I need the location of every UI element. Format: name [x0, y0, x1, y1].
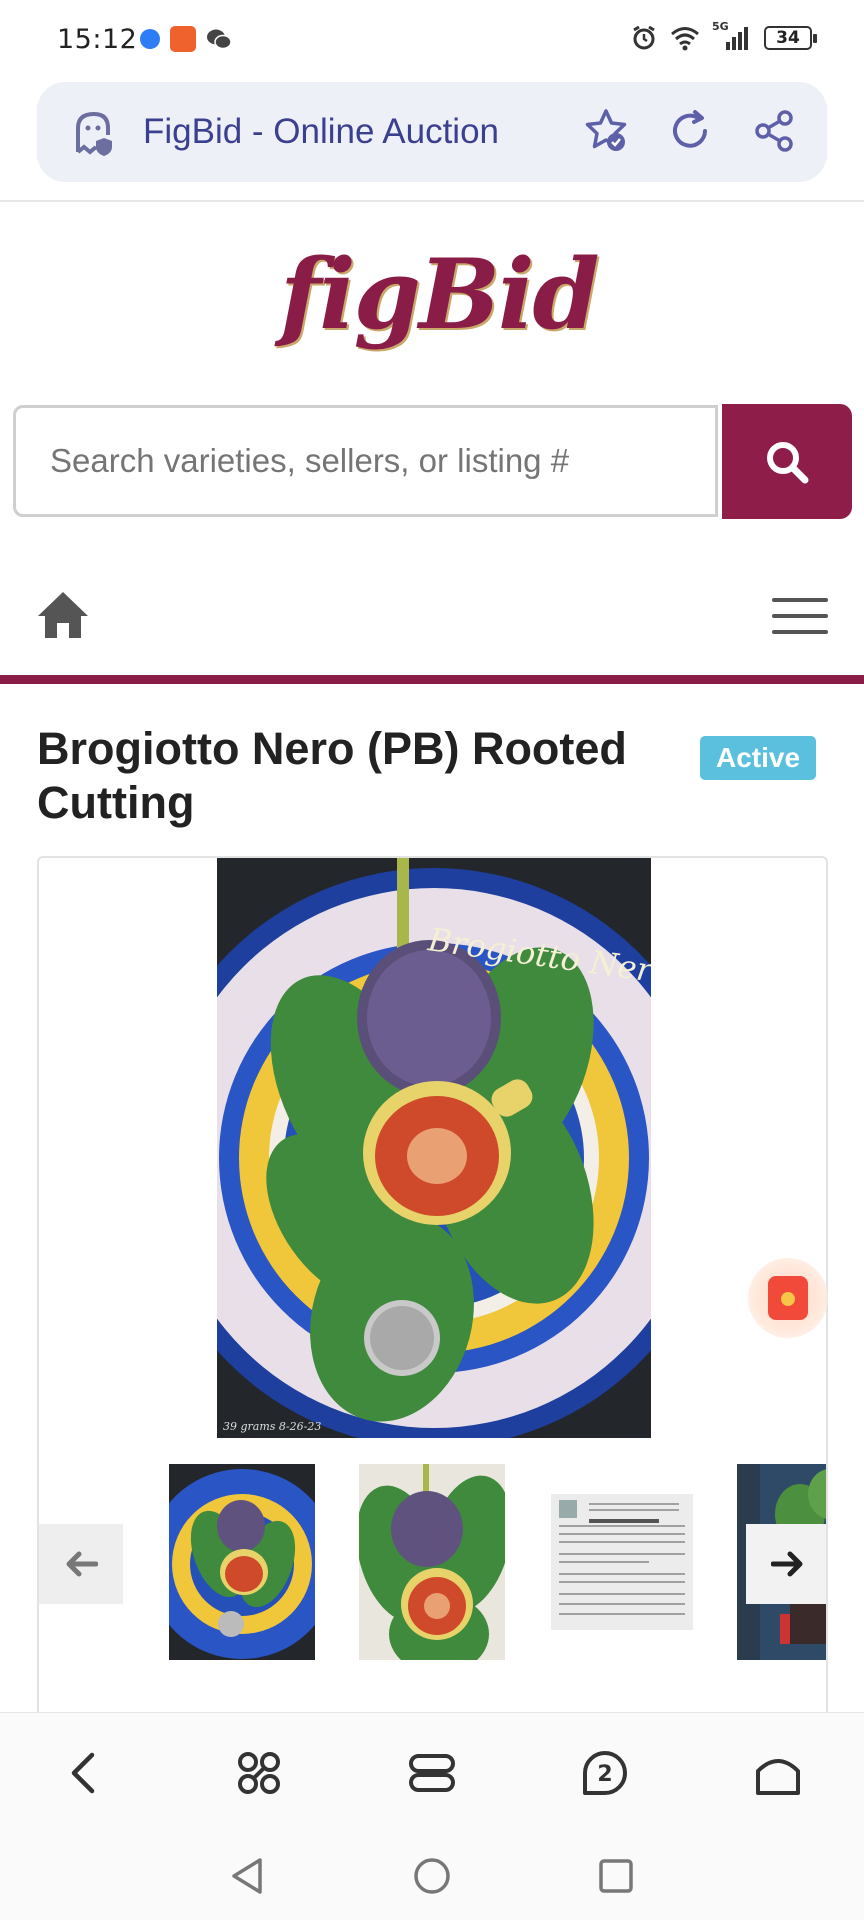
main-product-image[interactable]: Brogiotto Nero 39 grams 8-26-23: [217, 858, 651, 1438]
page-title: FigBid - Online Auction: [143, 112, 500, 151]
system-recents-icon[interactable]: [594, 1854, 638, 1898]
tabs-button[interactable]: 2: [575, 1743, 635, 1803]
shortcuts-button[interactable]: [229, 1743, 289, 1803]
image-gallery: Brogiotto Nero 39 grams 8-26-23: [37, 856, 828, 1720]
app-notification-icon: [140, 29, 160, 49]
document-thumbnail: [549, 1464, 695, 1660]
house-icon: [756, 1759, 800, 1795]
status-badge: Active: [700, 736, 817, 780]
status-indicators: 5G 34: [630, 20, 817, 52]
figbid-logo[interactable]: figBid: [280, 238, 600, 351]
red-packet-float-button[interactable]: [748, 1258, 828, 1338]
battery-indicator: 34: [764, 26, 817, 50]
bookmark-star-icon[interactable]: [581, 106, 631, 156]
cellular-signal-icon: 5G: [712, 20, 752, 52]
header-divider: [0, 200, 864, 202]
status-bar: 15:12 5G 34: [0, 0, 864, 80]
system-navigation-bar: [0, 1832, 864, 1920]
thumbnail-strip: [39, 1464, 826, 1664]
reload-icon[interactable]: [665, 106, 715, 156]
nav-divider: [0, 675, 864, 684]
thumbnail-3[interactable]: [549, 1464, 695, 1660]
search-box: [13, 405, 718, 517]
site-nav: [0, 570, 864, 670]
thumbnail-1[interactable]: [169, 1464, 315, 1660]
listing-title: Brogiotto Nero (PB) Rooted Cutting: [37, 723, 627, 828]
browser-toolbar: 2: [0, 1712, 864, 1832]
back-button[interactable]: [56, 1743, 116, 1803]
arrow-left-icon: [66, 1551, 98, 1577]
next-image-button[interactable]: [746, 1524, 826, 1604]
status-time: 15:12: [57, 24, 138, 55]
system-back-icon[interactable]: [226, 1854, 270, 1898]
wifi-icon: [671, 27, 699, 51]
chevron-left-icon: [71, 1752, 95, 1794]
site-security-icon[interactable]: [70, 108, 120, 158]
alarm-icon: [633, 25, 655, 50]
home-icon[interactable]: [36, 588, 90, 642]
fig-thumbnail: [359, 1464, 505, 1660]
menu-stack-icon: [409, 1754, 455, 1792]
red-envelope-icon: [768, 1276, 808, 1320]
prev-image-button[interactable]: [39, 1524, 123, 1604]
notification-icons: [140, 26, 232, 52]
browser-address-bar[interactable]: FigBid - Online Auction: [37, 82, 827, 182]
url-actions: [581, 106, 799, 156]
search-input[interactable]: [50, 442, 690, 480]
app-notification-icon: [170, 26, 196, 52]
home-page-button[interactable]: [748, 1743, 808, 1803]
arrow-right-icon: [771, 1551, 803, 1577]
image-footnote: 39 grams 8-26-23: [223, 1420, 321, 1433]
tabs-icon: 2: [583, 1751, 627, 1795]
search-button[interactable]: [722, 404, 852, 519]
search-icon: [767, 441, 809, 483]
fig-thumbnail: [169, 1464, 315, 1660]
system-home-icon[interactable]: [410, 1854, 454, 1898]
menu-button[interactable]: [402, 1743, 462, 1803]
share-icon[interactable]: [749, 106, 799, 156]
wechat-icon: [207, 29, 232, 50]
command-icon: [238, 1752, 280, 1794]
fig-photo: Brogiotto Nero 39 grams 8-26-23: [217, 858, 651, 1438]
menu-icon[interactable]: [772, 598, 828, 638]
tab-count: 2: [597, 1762, 612, 1787]
thumbnail-2[interactable]: [359, 1464, 505, 1660]
